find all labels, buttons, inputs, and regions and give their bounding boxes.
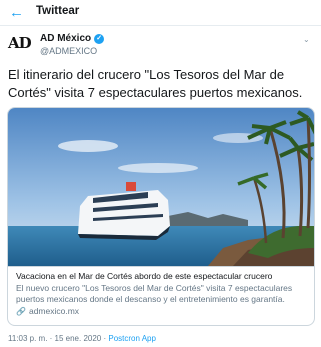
source-app-link[interactable]: Postcron App [108, 334, 156, 343]
avatar[interactable]: AD [8, 34, 34, 60]
page-title: Twittear [36, 5, 80, 17]
card-image [8, 108, 314, 266]
link-card[interactable]: Vacaciona en el Mar de Cortés abordo de … [7, 107, 315, 326]
card-title[interactable]: Vacaciona en el Mar de Cortés abordo de … [16, 271, 306, 282]
timestamp[interactable]: 11:03 p. m. · 15 ene. 2020 · [8, 334, 108, 343]
link-icon: 🔗 [16, 307, 26, 316]
tweet-text: El itinerario del crucero "Los Tesoros d… [8, 67, 303, 100]
card-link[interactable]: 🔗 admexico.mx [16, 306, 306, 317]
card-description: El nuevo crucero "Los Tesoros del Mar de… [16, 283, 293, 304]
author-handle[interactable]: @ADMEXICO [40, 46, 97, 56]
card-body[interactable]: Vacaciona en el Mar de Cortés abordo de … [8, 266, 314, 321]
arrow-left-icon[interactable]: ← [9, 5, 25, 21]
card-link-domain[interactable]: admexico.mx [29, 306, 79, 317]
tweet-meta: 11:03 p. m. · 15 ene. 2020 · Postcron Ap… [8, 334, 156, 343]
verified-badge-icon: ✓ [94, 33, 105, 44]
chevron-down-icon[interactable]: ⌄ [303, 35, 313, 45]
author-name[interactable]: AD México [40, 33, 91, 44]
author-name-row[interactable]: AD México ✓ [40, 33, 105, 44]
top-bar: ← Twittear [0, 0, 321, 26]
